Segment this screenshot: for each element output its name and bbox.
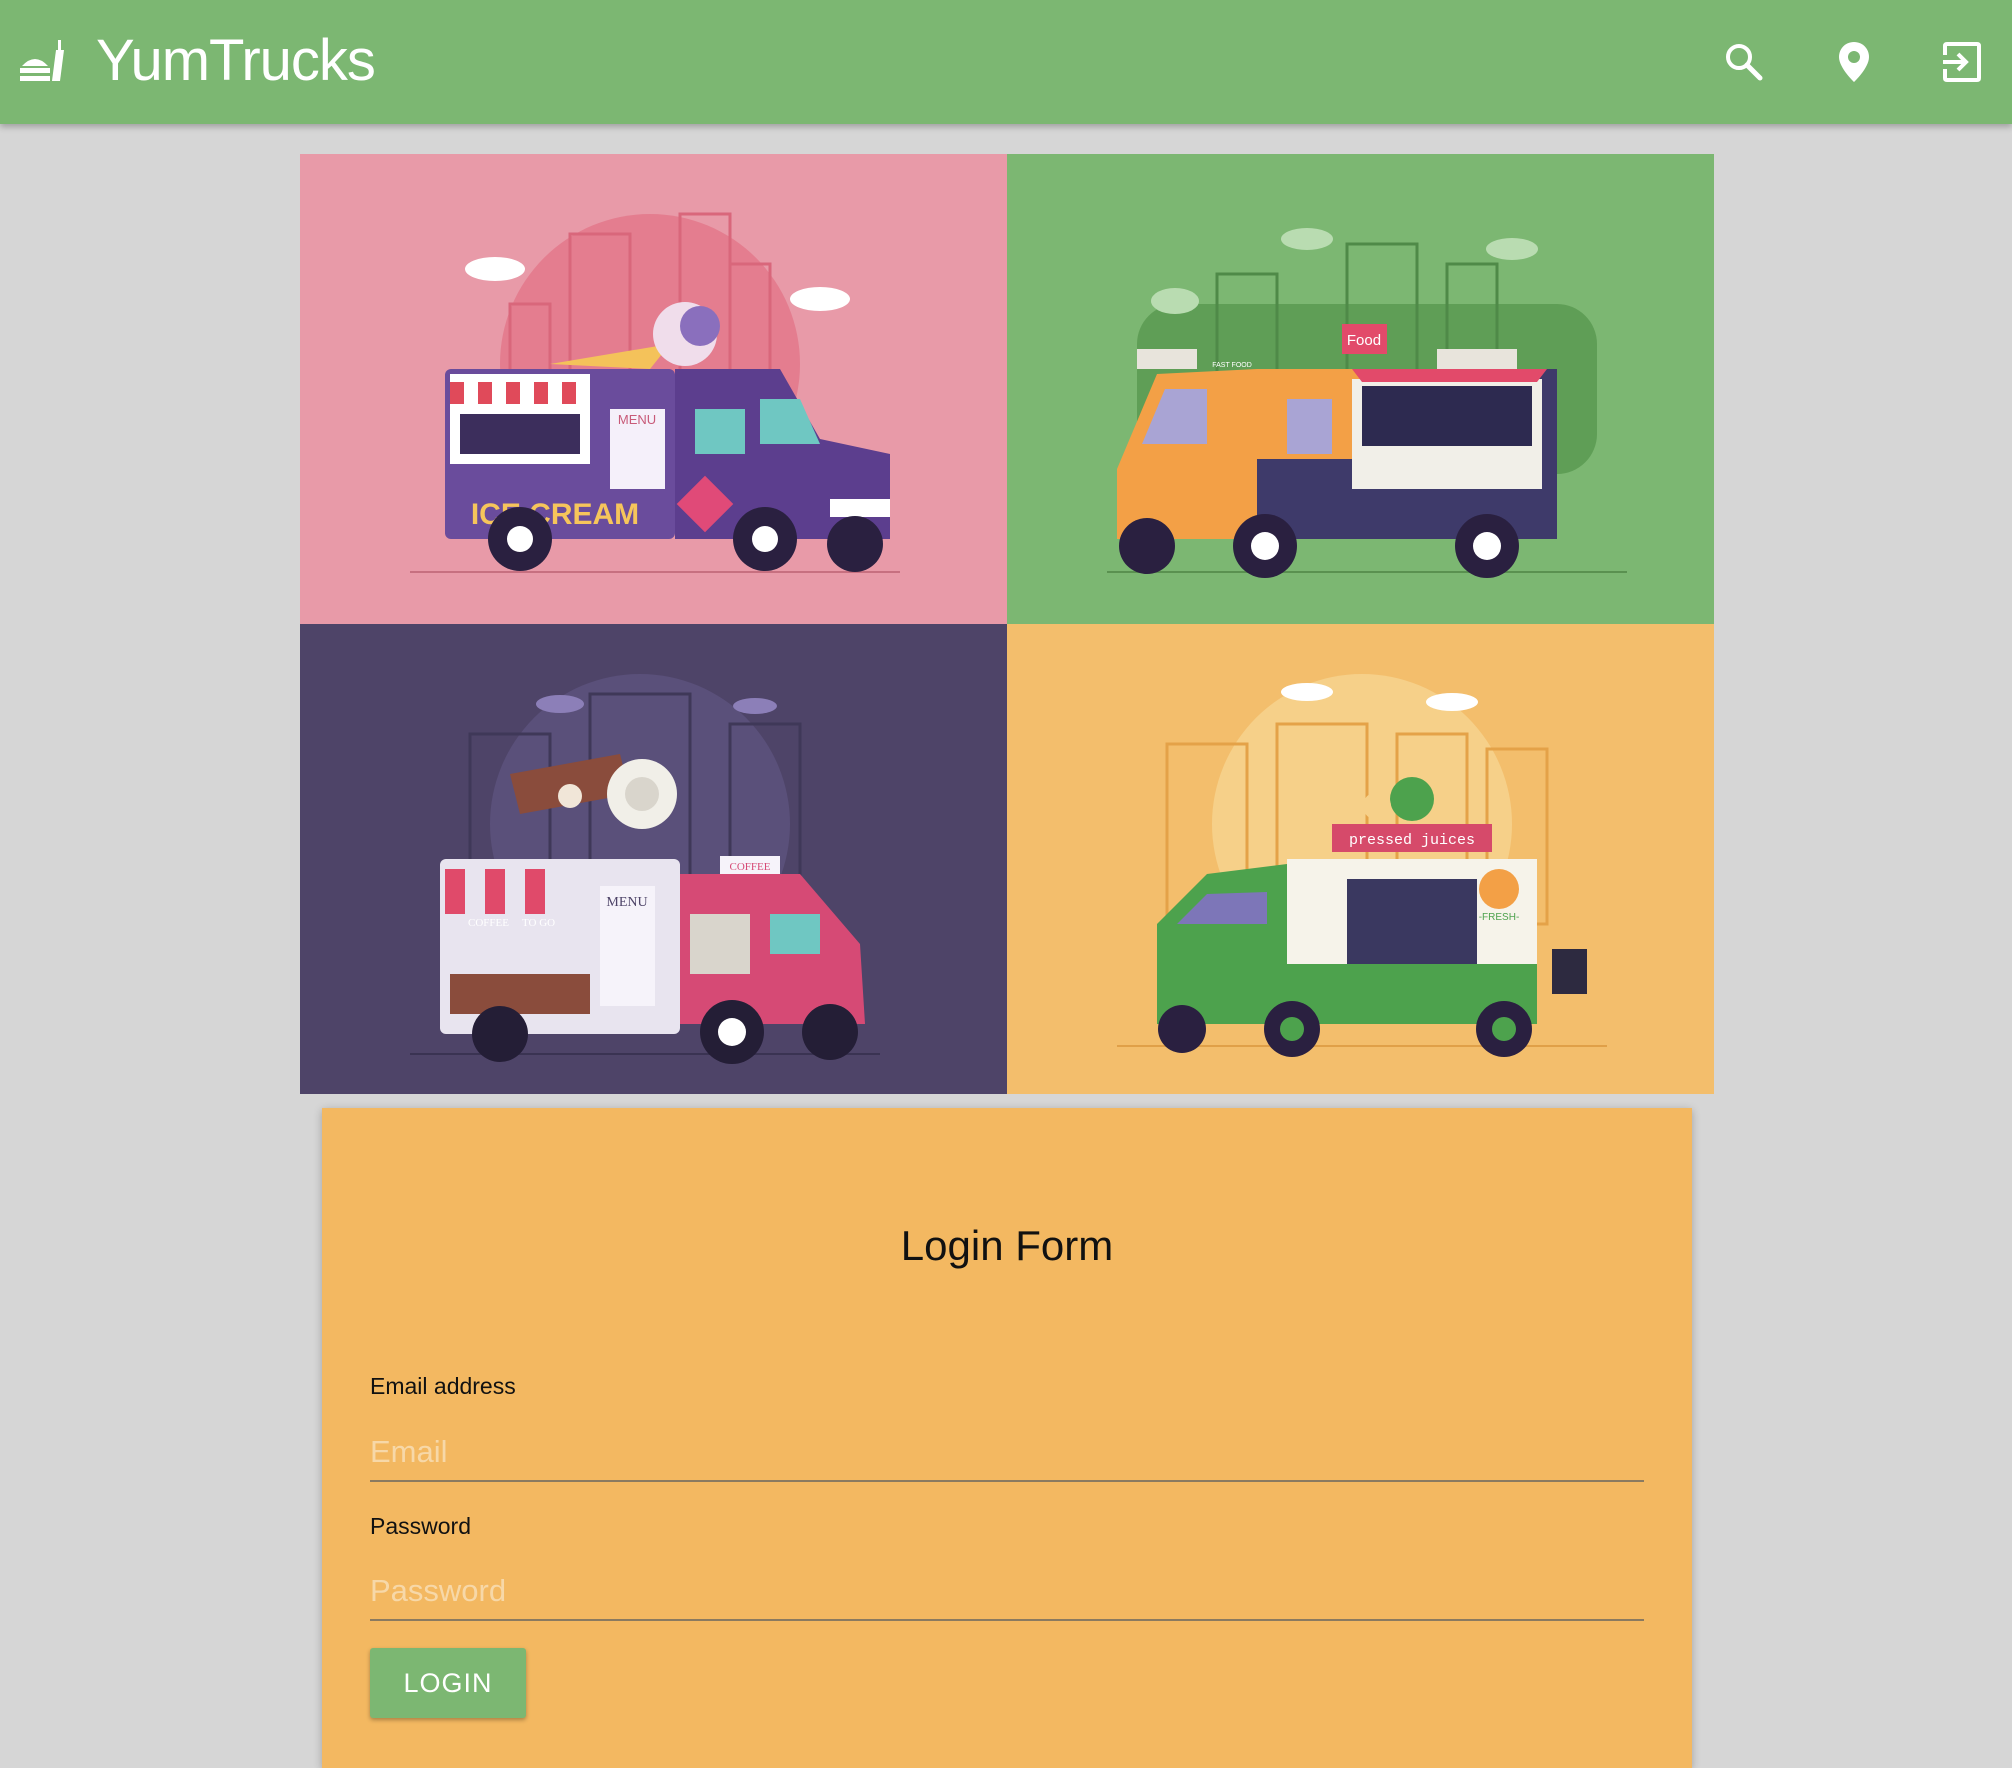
app-title[interactable]: YumTrucks [96,26,376,96]
svg-text:-FRESH-: -FRESH- [1479,912,1520,923]
email-label: Email address [370,1373,516,1399]
food-truck-icon[interactable] [18,38,66,86]
login-form-card: Login Form Email address Password LOGIN [322,1108,1692,1768]
login-form-title: Login Form [900,1222,1114,1269]
svg-text:COFFEE: COFFEE [730,861,771,873]
password-field[interactable] [370,1563,1644,1621]
search-icon[interactable] [1714,32,1774,92]
password-label: Password [370,1513,471,1539]
svg-text:MENU: MENU [618,412,656,427]
fast-food-truck-illustration: Food FAST FOOD [1007,154,1714,624]
svg-text:FAST FOOD: FAST FOOD [1212,362,1252,369]
coffee-truck-illustration: COFFEE TO GO MENU COFFEE [300,624,1007,1094]
svg-text:Food: Food [1347,332,1381,349]
juice-truck-illustration: pressed juices -FRESH- [1007,624,1714,1094]
app-bar: YumTrucks [0,0,2012,124]
svg-text:TO GO: TO GO [522,917,555,929]
login-icon[interactable] [1932,32,1992,92]
login-button[interactable]: LOGIN [370,1648,526,1718]
location-pin-icon[interactable] [1824,32,1884,92]
svg-text:COFFEE: COFFEE [468,917,509,929]
hero-image-grid: MENU ICE CREAM Food FAST FOOD COFFEE TO … [300,154,1714,1094]
svg-text:MENU: MENU [606,895,647,910]
email-field[interactable] [370,1424,1644,1482]
svg-text:pressed juices: pressed juices [1349,832,1475,849]
ice-cream-truck-illustration: MENU ICE CREAM [300,154,1007,624]
